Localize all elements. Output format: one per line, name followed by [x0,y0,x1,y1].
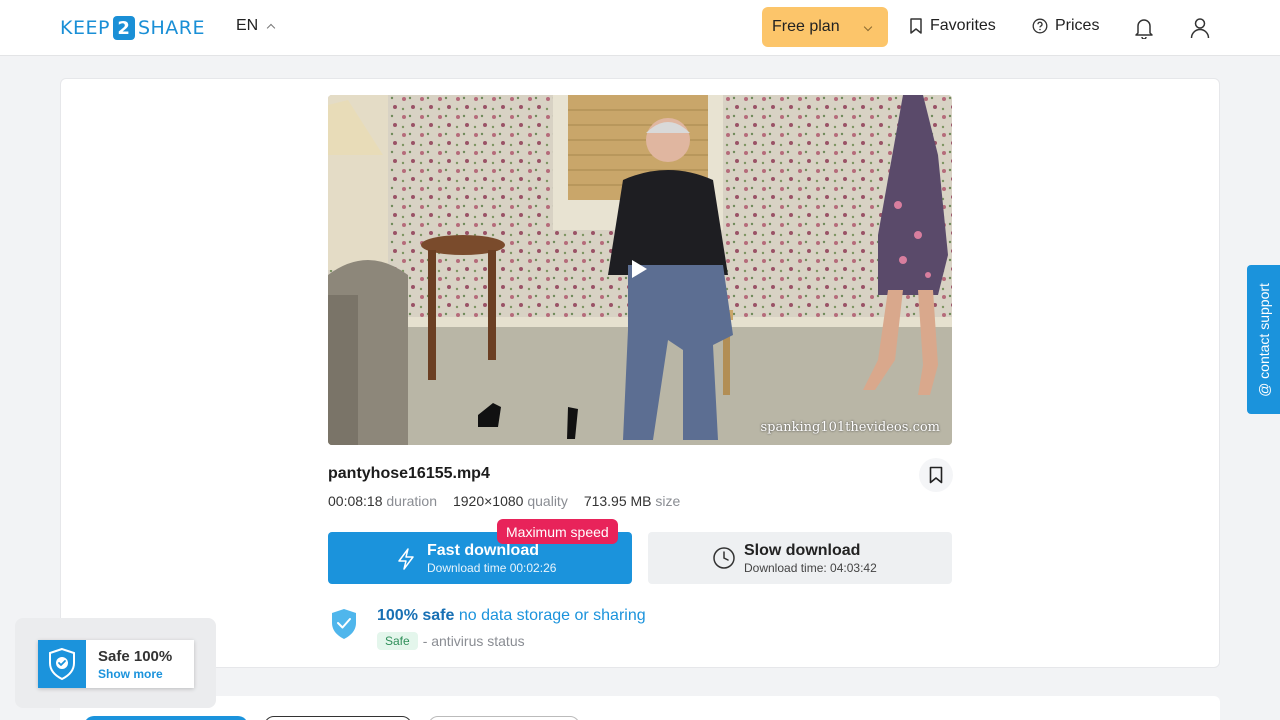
favorites-label: Favorites [930,17,996,34]
language-label: EN [236,17,259,34]
bookmark-icon [910,18,922,34]
notifications-button[interactable] [1130,14,1158,42]
tab-pill-1[interactable] [84,716,248,720]
lightning-icon [398,548,414,570]
fast-download-time: Download time 00:02:26 [427,561,557,575]
clock-icon [713,547,735,569]
antivirus-status: Safe - antivirus status [377,632,525,650]
account-button[interactable] [1186,14,1214,42]
add-to-favorites-button[interactable] [919,458,953,492]
slow-download-title: Slow download [744,542,861,559]
tab-pill-2[interactable] [264,716,412,720]
maximum-speed-badge: Maximum speed [497,519,618,544]
language-selector[interactable]: EN [236,17,276,35]
file-name: pantyhose16155.mp4 [328,465,490,482]
safe-chip: Safe [377,632,418,650]
safe-widget-show-more[interactable]: Show more [98,667,163,681]
shield-check-icon [332,609,356,639]
safe-widget[interactable]: Safe 100% Show more [38,640,194,688]
safe-widget-icon-box [38,640,86,688]
logo[interactable]: KEEP 2 SHARE [60,16,205,40]
safe-widget-title: Safe 100% [98,648,173,665]
logo-text-left: KEEP [60,17,110,39]
slow-download-button[interactable]: Slow download Download time: 04:03:42 [648,532,952,584]
file-meta: 00:08:18 duration 1920×1080 quality 713.… [328,493,680,509]
free-plan-label: Free plan [772,18,840,35]
bell-icon [1135,19,1153,39]
prices-label: Prices [1055,17,1100,34]
tab-pill-3[interactable] [428,716,580,720]
slow-download-time: Download time: 04:03:42 [744,561,877,575]
contact-support-tab[interactable]: @ contact support [1247,265,1280,414]
user-icon [1190,18,1210,39]
free-plan-button[interactable]: Free plan [762,7,888,47]
safety-headline-rest: no data storage or sharing [458,607,646,624]
logo-number: 2 [112,16,135,40]
bookmark-icon [929,466,943,484]
shield-check-icon [49,647,75,681]
safety-headline-bold: 100% safe [377,607,455,624]
favorites-link[interactable]: Favorites [909,17,996,35]
logo-text-right: SHARE [137,17,205,39]
contact-support-label: @ contact support [1255,282,1272,397]
antivirus-status-text: - antivirus status [422,633,525,649]
safety-headline: 100% safe no data storage or sharing [377,607,646,625]
video-preview[interactable]: spanking101thevideos.com [328,95,952,445]
play-icon[interactable] [632,260,647,278]
meta-duration: 00:08:18 duration [328,493,437,509]
top-header: KEEP 2 SHARE EN Free plan Favorites Prices [0,0,1280,56]
prices-link[interactable]: Prices [1032,17,1099,35]
video-watermark: spanking101thevideos.com [760,420,940,435]
meta-size: 713.95 MB size [583,493,681,509]
meta-quality: 1920×1080 quality [452,493,568,509]
fast-download-title: Fast download [427,542,539,559]
help-circle-icon [1032,18,1048,34]
chevron-down-icon [863,22,873,32]
chevron-up-icon [266,23,276,33]
